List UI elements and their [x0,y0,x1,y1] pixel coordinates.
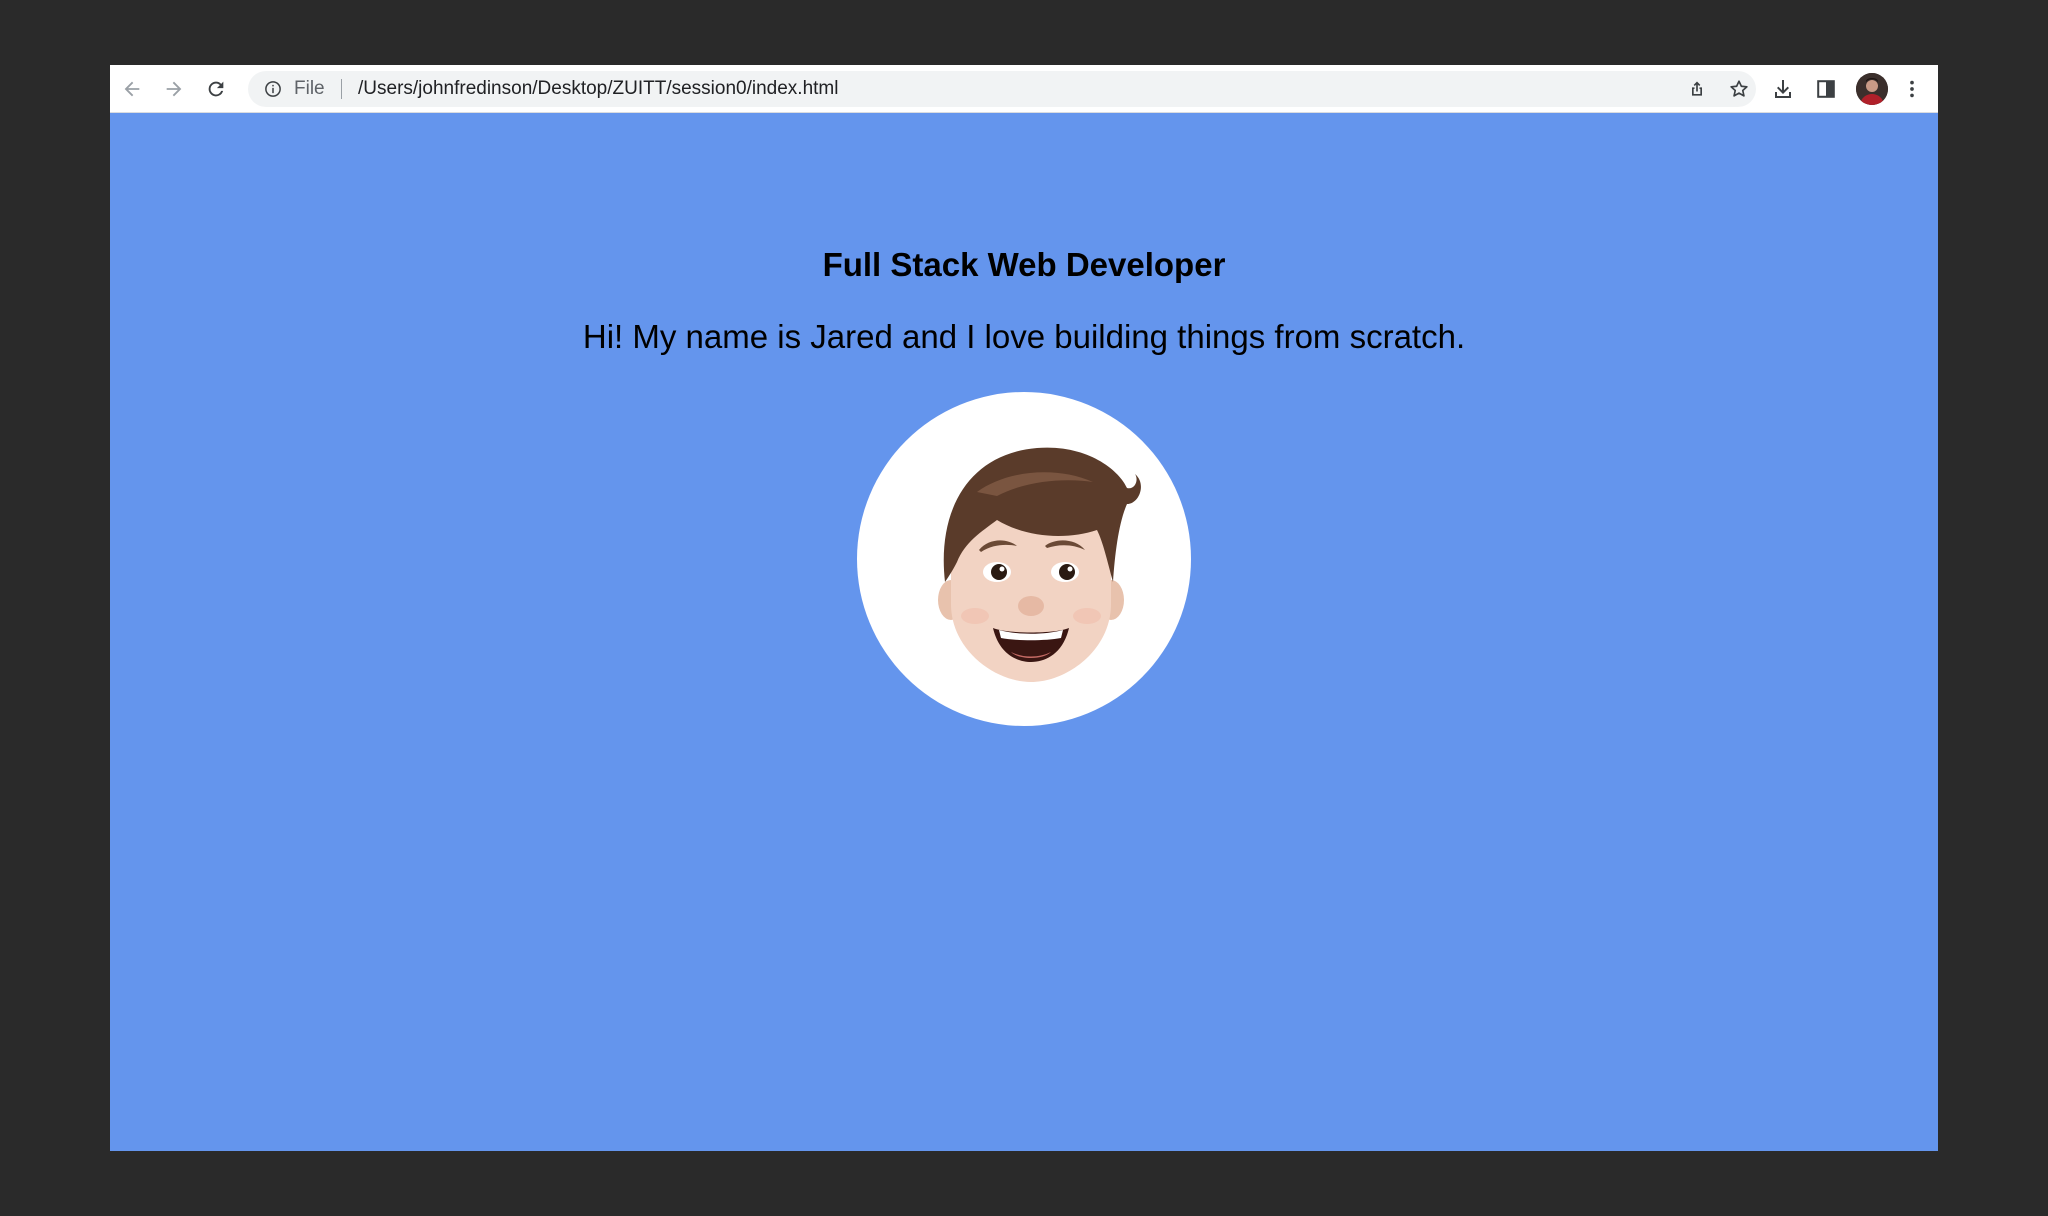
more-vert-icon [1910,80,1914,98]
browser-toolbar: File /Users/johnfredinson/Desktop/ZUITT/… [110,65,1938,113]
star-icon [1730,80,1748,97]
address-divider [341,79,342,99]
share-button[interactable] [1686,78,1708,100]
menu-button[interactable] [1900,77,1924,101]
profile-photo [857,392,1191,726]
download-icon [1775,80,1791,98]
memoji-avatar-icon [938,447,1141,682]
address-bar[interactable]: File /Users/johnfredinson/Desktop/ZUITT/… [248,71,1756,107]
bio-text: Hi! My name is Jared and I love building… [582,318,1466,355]
url-text[interactable]: /Users/johnfredinson/Desktop/ZUITT/sessi… [358,79,838,99]
share-icon [1692,81,1702,96]
side-panel-button[interactable] [1814,77,1838,101]
download-button[interactable] [1771,77,1795,101]
back-button[interactable] [120,77,144,101]
scheme-label: File [294,78,325,99]
back-arrow-icon [124,81,140,97]
job-title: Full Stack Web Developer [822,246,1226,283]
page-content: Full Stack Web Developer Hi! My name is … [110,113,1938,1151]
reload-icon [208,81,224,97]
reload-button[interactable] [204,77,228,101]
profile-avatar[interactable] [1856,73,1888,105]
forward-arrow-icon [166,81,182,97]
forward-button[interactable] [162,77,186,101]
side-panel-icon [1817,80,1835,98]
browser-window: File /Users/johnfredinson/Desktop/ZUITT/… [110,65,1938,1151]
profile-avatar-icon [1856,73,1888,105]
bookmark-button[interactable] [1728,78,1750,100]
info-icon[interactable] [264,80,282,98]
